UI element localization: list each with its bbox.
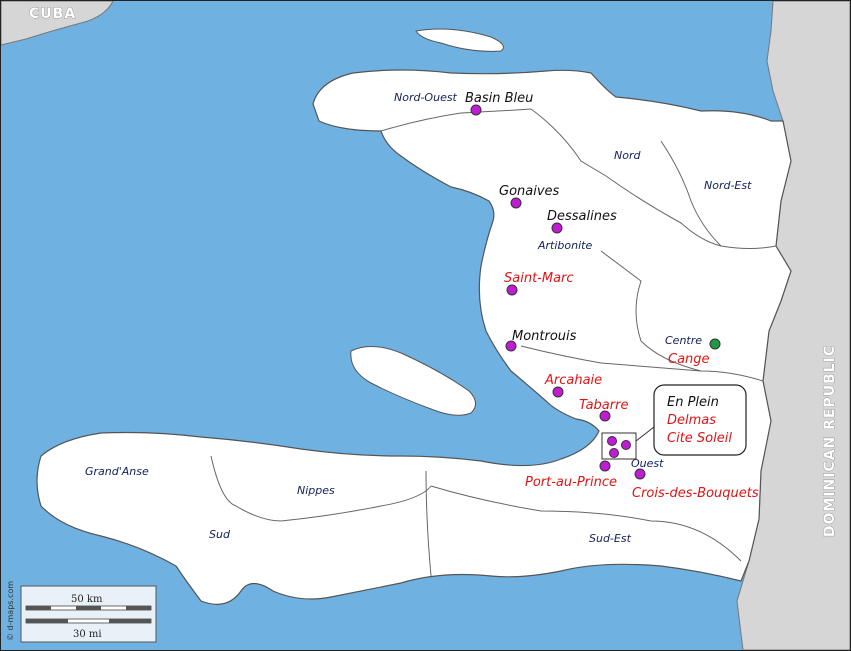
dept-label-artibonite: Artibonite <box>537 239 592 252</box>
dept-label-nord: Nord <box>614 149 641 162</box>
scale-bar: 50 km 30 mi <box>20 585 157 643</box>
callout-cite-soleil: Cite Soleil <box>667 431 732 446</box>
marker-cite-soleil[interactable] <box>609 448 619 458</box>
marker-saint-marc[interactable] <box>506 284 518 296</box>
dept-label-grand-anse: Grand'Anse <box>85 465 149 478</box>
marker-en-plein[interactable] <box>607 436 617 446</box>
dept-label-sud-est: Sud-Est <box>589 532 632 545</box>
marker-gonaives[interactable] <box>510 197 522 209</box>
dept-label-nippes: Nippes <box>297 484 335 497</box>
marker-cange[interactable] <box>709 338 721 350</box>
scale-bar-km-seg2 <box>76 606 101 610</box>
dept-label-nord-est: Nord-Est <box>704 179 752 192</box>
marker-dessalines[interactable] <box>551 222 563 234</box>
site-label-cange: Cange <box>668 352 710 367</box>
site-label-crois-des-bouquets: Crois-des-Bouquets <box>632 486 759 501</box>
site-label-saint-marc: Saint-Marc <box>504 271 574 286</box>
scale-bar-mi-seg2 <box>109 619 151 623</box>
callout-delmas: Delmas <box>667 413 716 428</box>
site-label-gonaives: Gonaives <box>499 184 560 199</box>
site-label-arcahaie: Arcahaie <box>544 373 602 388</box>
map-credit: © d-maps.com <box>6 581 15 641</box>
marker-crois-des-bouquets[interactable] <box>634 468 646 480</box>
site-label-dessalines: Dessalines <box>547 209 617 224</box>
map-canvas: CUBA DOMINICAN REPUBLIC Nord-Ouest Nord … <box>1 1 850 650</box>
scale-label-mi: 30 mi <box>73 629 102 640</box>
site-label-port-au-prince: Port-au-Prince <box>525 475 617 490</box>
marker-port-au-prince[interactable] <box>599 460 611 472</box>
scale-bar-mi-seg1 <box>26 619 68 623</box>
marker-arcahaie[interactable] <box>552 386 564 398</box>
scale-label-km: 50 km <box>71 594 103 605</box>
marker-delmas[interactable] <box>621 440 631 450</box>
callout-en-plein: En Plein <box>667 395 719 410</box>
site-label-tabarre: Tabarre <box>579 398 628 413</box>
scale-bar-km-seg3 <box>126 606 151 610</box>
dept-label-nord-ouest: Nord-Ouest <box>394 91 458 104</box>
scale-bar-km-seg1 <box>26 606 51 610</box>
site-label-basin-bleu: Basin Bleu <box>465 91 533 106</box>
map: CUBA DOMINICAN REPUBLIC Nord-Ouest Nord … <box>0 0 851 651</box>
country-label-dominican-republic: DOMINICAN REPUBLIC <box>822 345 838 537</box>
marker-basin-bleu[interactable] <box>470 104 482 116</box>
site-label-montrouis: Montrouis <box>512 329 577 344</box>
dept-label-centre: Centre <box>665 334 702 347</box>
dept-label-sud: Sud <box>209 528 231 541</box>
country-label-cuba: CUBA <box>29 6 76 22</box>
